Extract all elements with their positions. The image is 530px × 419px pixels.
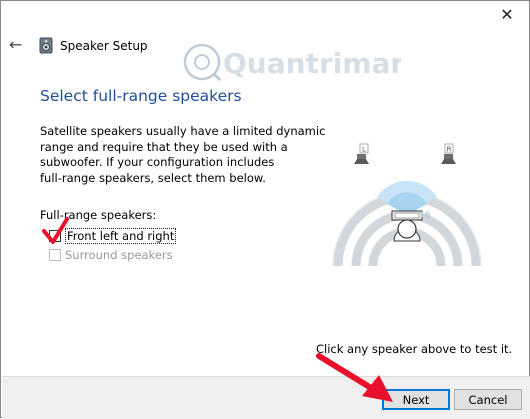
speaker-icon-right[interactable]: R xyxy=(441,143,456,164)
listener-icon: 16 xyxy=(391,210,431,242)
button-bar: Next Cancel xyxy=(2,376,530,419)
window-title: Speaker Setup xyxy=(60,39,148,53)
next-button[interactable]: Next xyxy=(382,389,450,410)
cancel-button-label: Cancel xyxy=(468,392,508,407)
listening-arcs xyxy=(333,192,481,267)
watermark-text: Quantrimang xyxy=(223,47,401,80)
back-arrow-icon: ← xyxy=(9,35,23,54)
description-line: Satellite speakers usually have a limite… xyxy=(40,124,326,138)
diagram-center-label: 16 xyxy=(419,211,431,221)
checkbox-label: Front left and right xyxy=(65,228,177,244)
description-line: subwoofer. If your configuration include… xyxy=(40,155,275,169)
speaker-right-label: R xyxy=(447,146,452,154)
speaker-setup-icon xyxy=(39,37,53,54)
description: Satellite speakers usually have a limite… xyxy=(40,124,326,186)
close-button[interactable]: ✕ xyxy=(485,1,529,29)
close-icon: ✕ xyxy=(500,5,514,24)
watermark: Quantrimang xyxy=(181,39,430,88)
cancel-button[interactable]: Cancel xyxy=(454,389,522,410)
full-range-speakers-label: Full-range speakers: xyxy=(40,208,157,222)
description-line: full-range speakers, select them below. xyxy=(40,170,266,185)
back-button[interactable]: ← xyxy=(9,36,27,54)
next-button-label: Next xyxy=(402,392,430,407)
page-heading: Select full-range speakers xyxy=(40,87,242,105)
checkbox-label: Surround speakers xyxy=(65,248,173,262)
speaker-icon-left[interactable]: L xyxy=(354,143,369,164)
checkbox-surround-speakers: Surround speakers xyxy=(49,247,173,263)
checkbox-box[interactable] xyxy=(49,230,61,242)
checkbox-box xyxy=(49,249,61,261)
checkbox-front-left-right[interactable]: Front left and right xyxy=(49,228,177,244)
front-fan-highlight xyxy=(377,180,437,215)
description-line: range and require that they be used with… xyxy=(40,139,288,154)
speaker-setup-window: ✕ ← Speaker Setup Quantrimang Select ful… xyxy=(0,0,530,419)
listening-arcs-lines xyxy=(332,191,482,267)
speaker-left-label: L xyxy=(362,146,366,154)
test-speaker-hint: Click any speaker above to test it. xyxy=(316,342,513,356)
